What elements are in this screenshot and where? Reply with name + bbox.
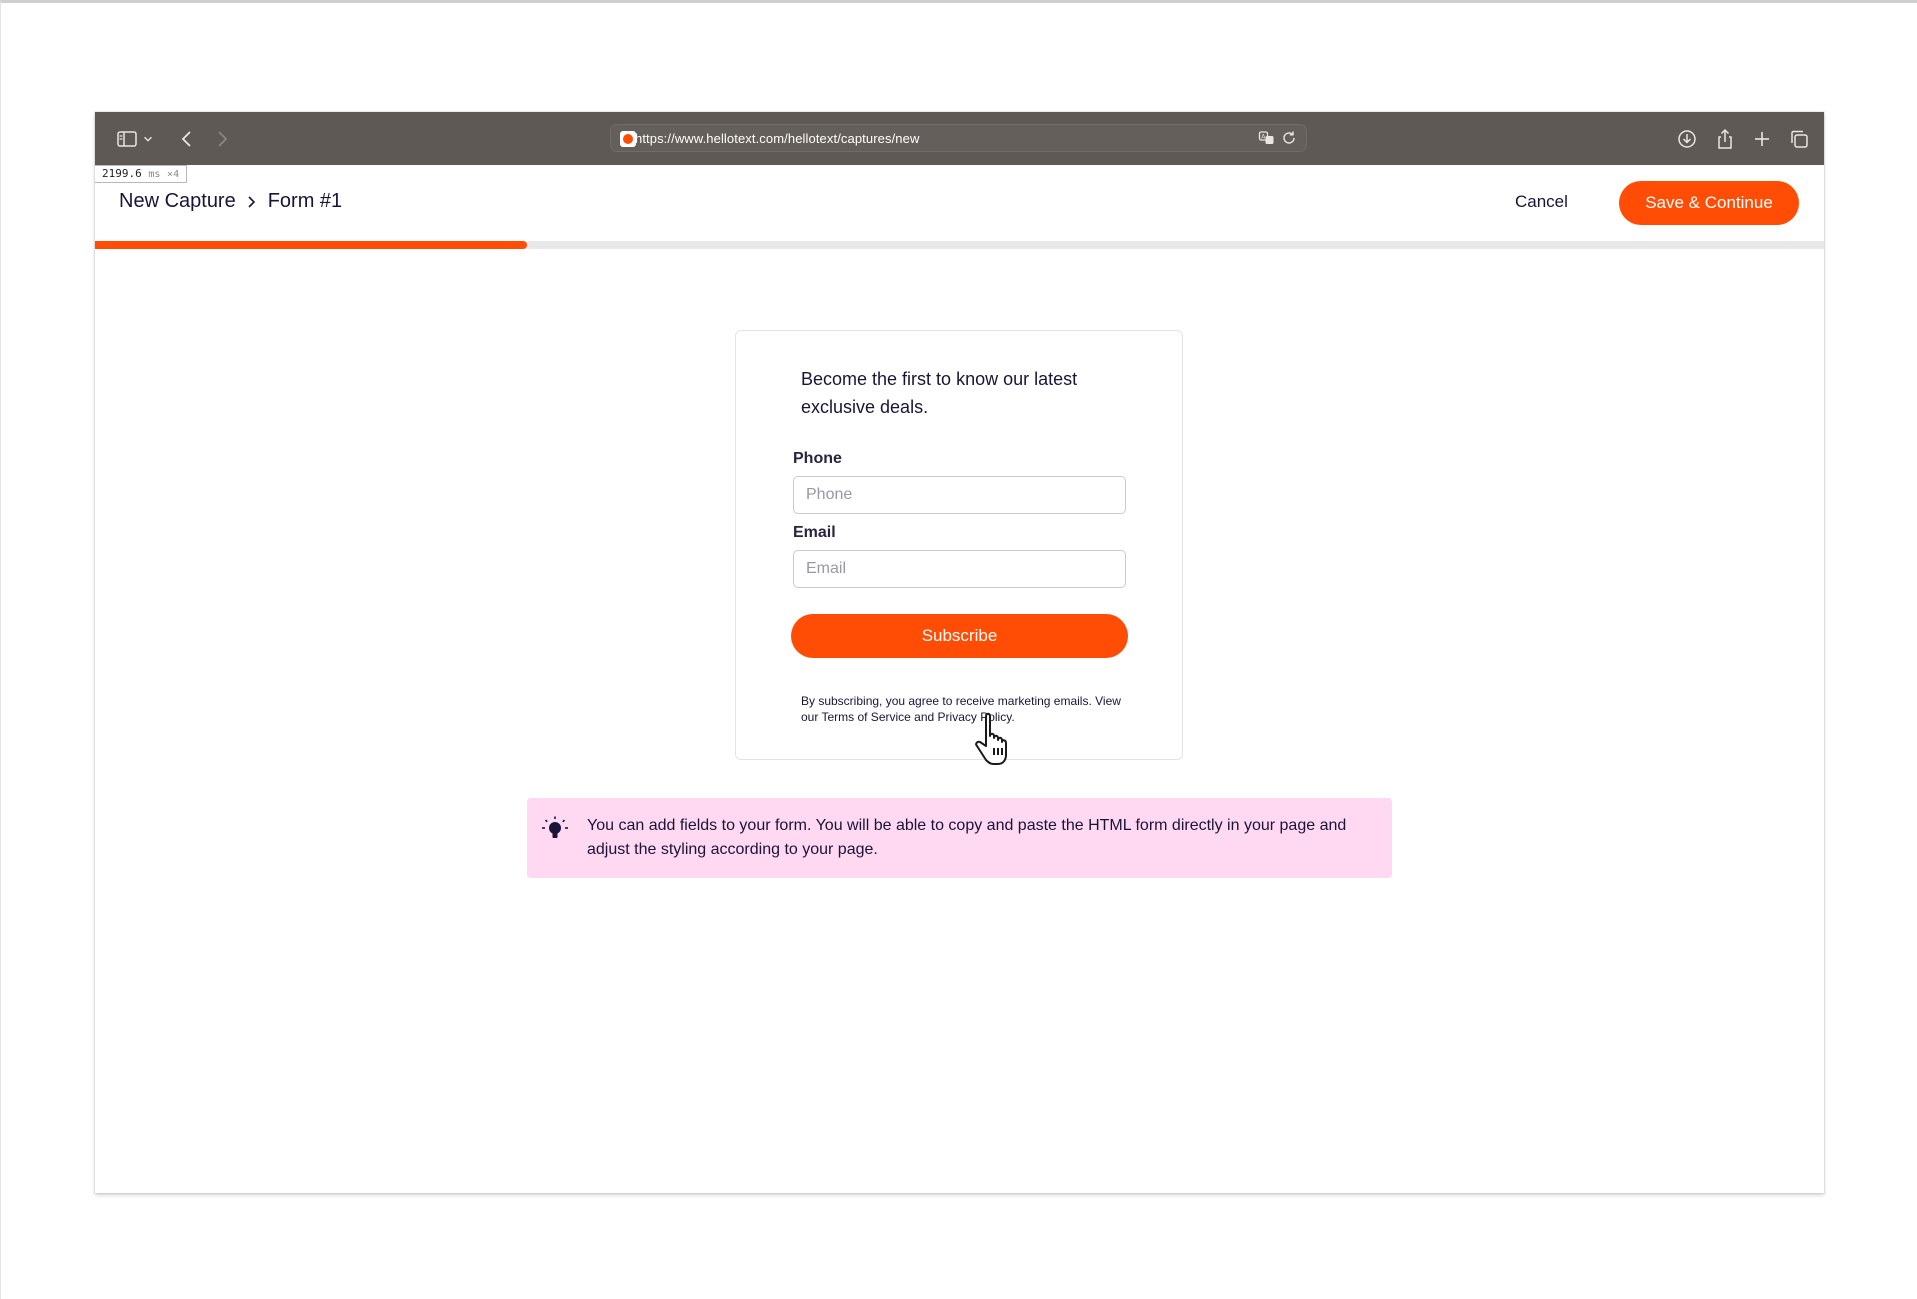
back-icon[interactable]	[175, 127, 199, 151]
translate-icon[interactable]: A	[1258, 129, 1276, 147]
sidebar-toggle-icon[interactable]	[115, 127, 139, 151]
timing-value: 2199.6	[102, 167, 142, 180]
phone-input[interactable]	[793, 476, 1126, 514]
email-label: Email	[793, 524, 836, 541]
tip-text: You can add fields to your form. You wil…	[587, 817, 1347, 858]
reload-icon[interactable]	[1280, 129, 1298, 147]
downloads-icon[interactable]	[1675, 127, 1699, 151]
timing-multiplier: ×4	[167, 169, 180, 180]
breadcrumb-form: Form #1	[267, 190, 343, 212]
lightbulb-icon	[542, 816, 568, 838]
page-frame: https://www.hellotext.com/hellotext/capt…	[0, 0, 1917, 1299]
new-tab-icon[interactable]	[1750, 127, 1774, 151]
tip-banner: You can add fields to your form. You wil…	[527, 798, 1392, 878]
form-preview-card: Become the first to know our latest excl…	[735, 330, 1183, 760]
cancel-button[interactable]: Cancel	[1515, 192, 1568, 212]
terms-of-service-link[interactable]: Terms of Service	[821, 710, 910, 724]
browser-toolbar: https://www.hellotext.com/hellotext/capt…	[95, 112, 1824, 165]
chevron-down-icon[interactable]	[141, 127, 155, 151]
legal-joiner: and	[910, 710, 938, 724]
timing-unit: ms	[148, 169, 161, 180]
hand-cursor-icon	[975, 712, 1007, 765]
form-heading: Become the first to know our latest excl…	[801, 369, 1078, 417]
share-icon[interactable]	[1713, 127, 1737, 151]
forward-icon[interactable]	[210, 127, 234, 151]
chevron-right-icon	[246, 195, 258, 208]
breadcrumb: New Capture Form #1	[119, 190, 342, 213]
email-input[interactable]	[793, 550, 1126, 588]
subscribe-button[interactable]: Subscribe	[791, 614, 1128, 658]
phone-label: Phone	[793, 450, 842, 467]
progress-bar	[95, 241, 1824, 249]
site-favicon-icon	[620, 131, 636, 147]
address-url[interactable]: https://www.hellotext.com/hellotext/capt…	[635, 131, 919, 146]
browser-window: https://www.hellotext.com/hellotext/capt…	[95, 112, 1824, 1193]
legal-text: By subscribing, you agree to receive mar…	[801, 693, 1131, 725]
timing-overlay: 2199.6 ms ×4	[95, 165, 188, 183]
tab-overview-icon[interactable]	[1787, 127, 1811, 151]
progress-fill	[95, 241, 528, 249]
address-bar[interactable]: https://www.hellotext.com/hellotext/capt…	[610, 124, 1307, 152]
save-continue-button[interactable]: Save & Continue	[1619, 181, 1799, 225]
breadcrumb-new-capture[interactable]: New Capture	[119, 190, 236, 213]
